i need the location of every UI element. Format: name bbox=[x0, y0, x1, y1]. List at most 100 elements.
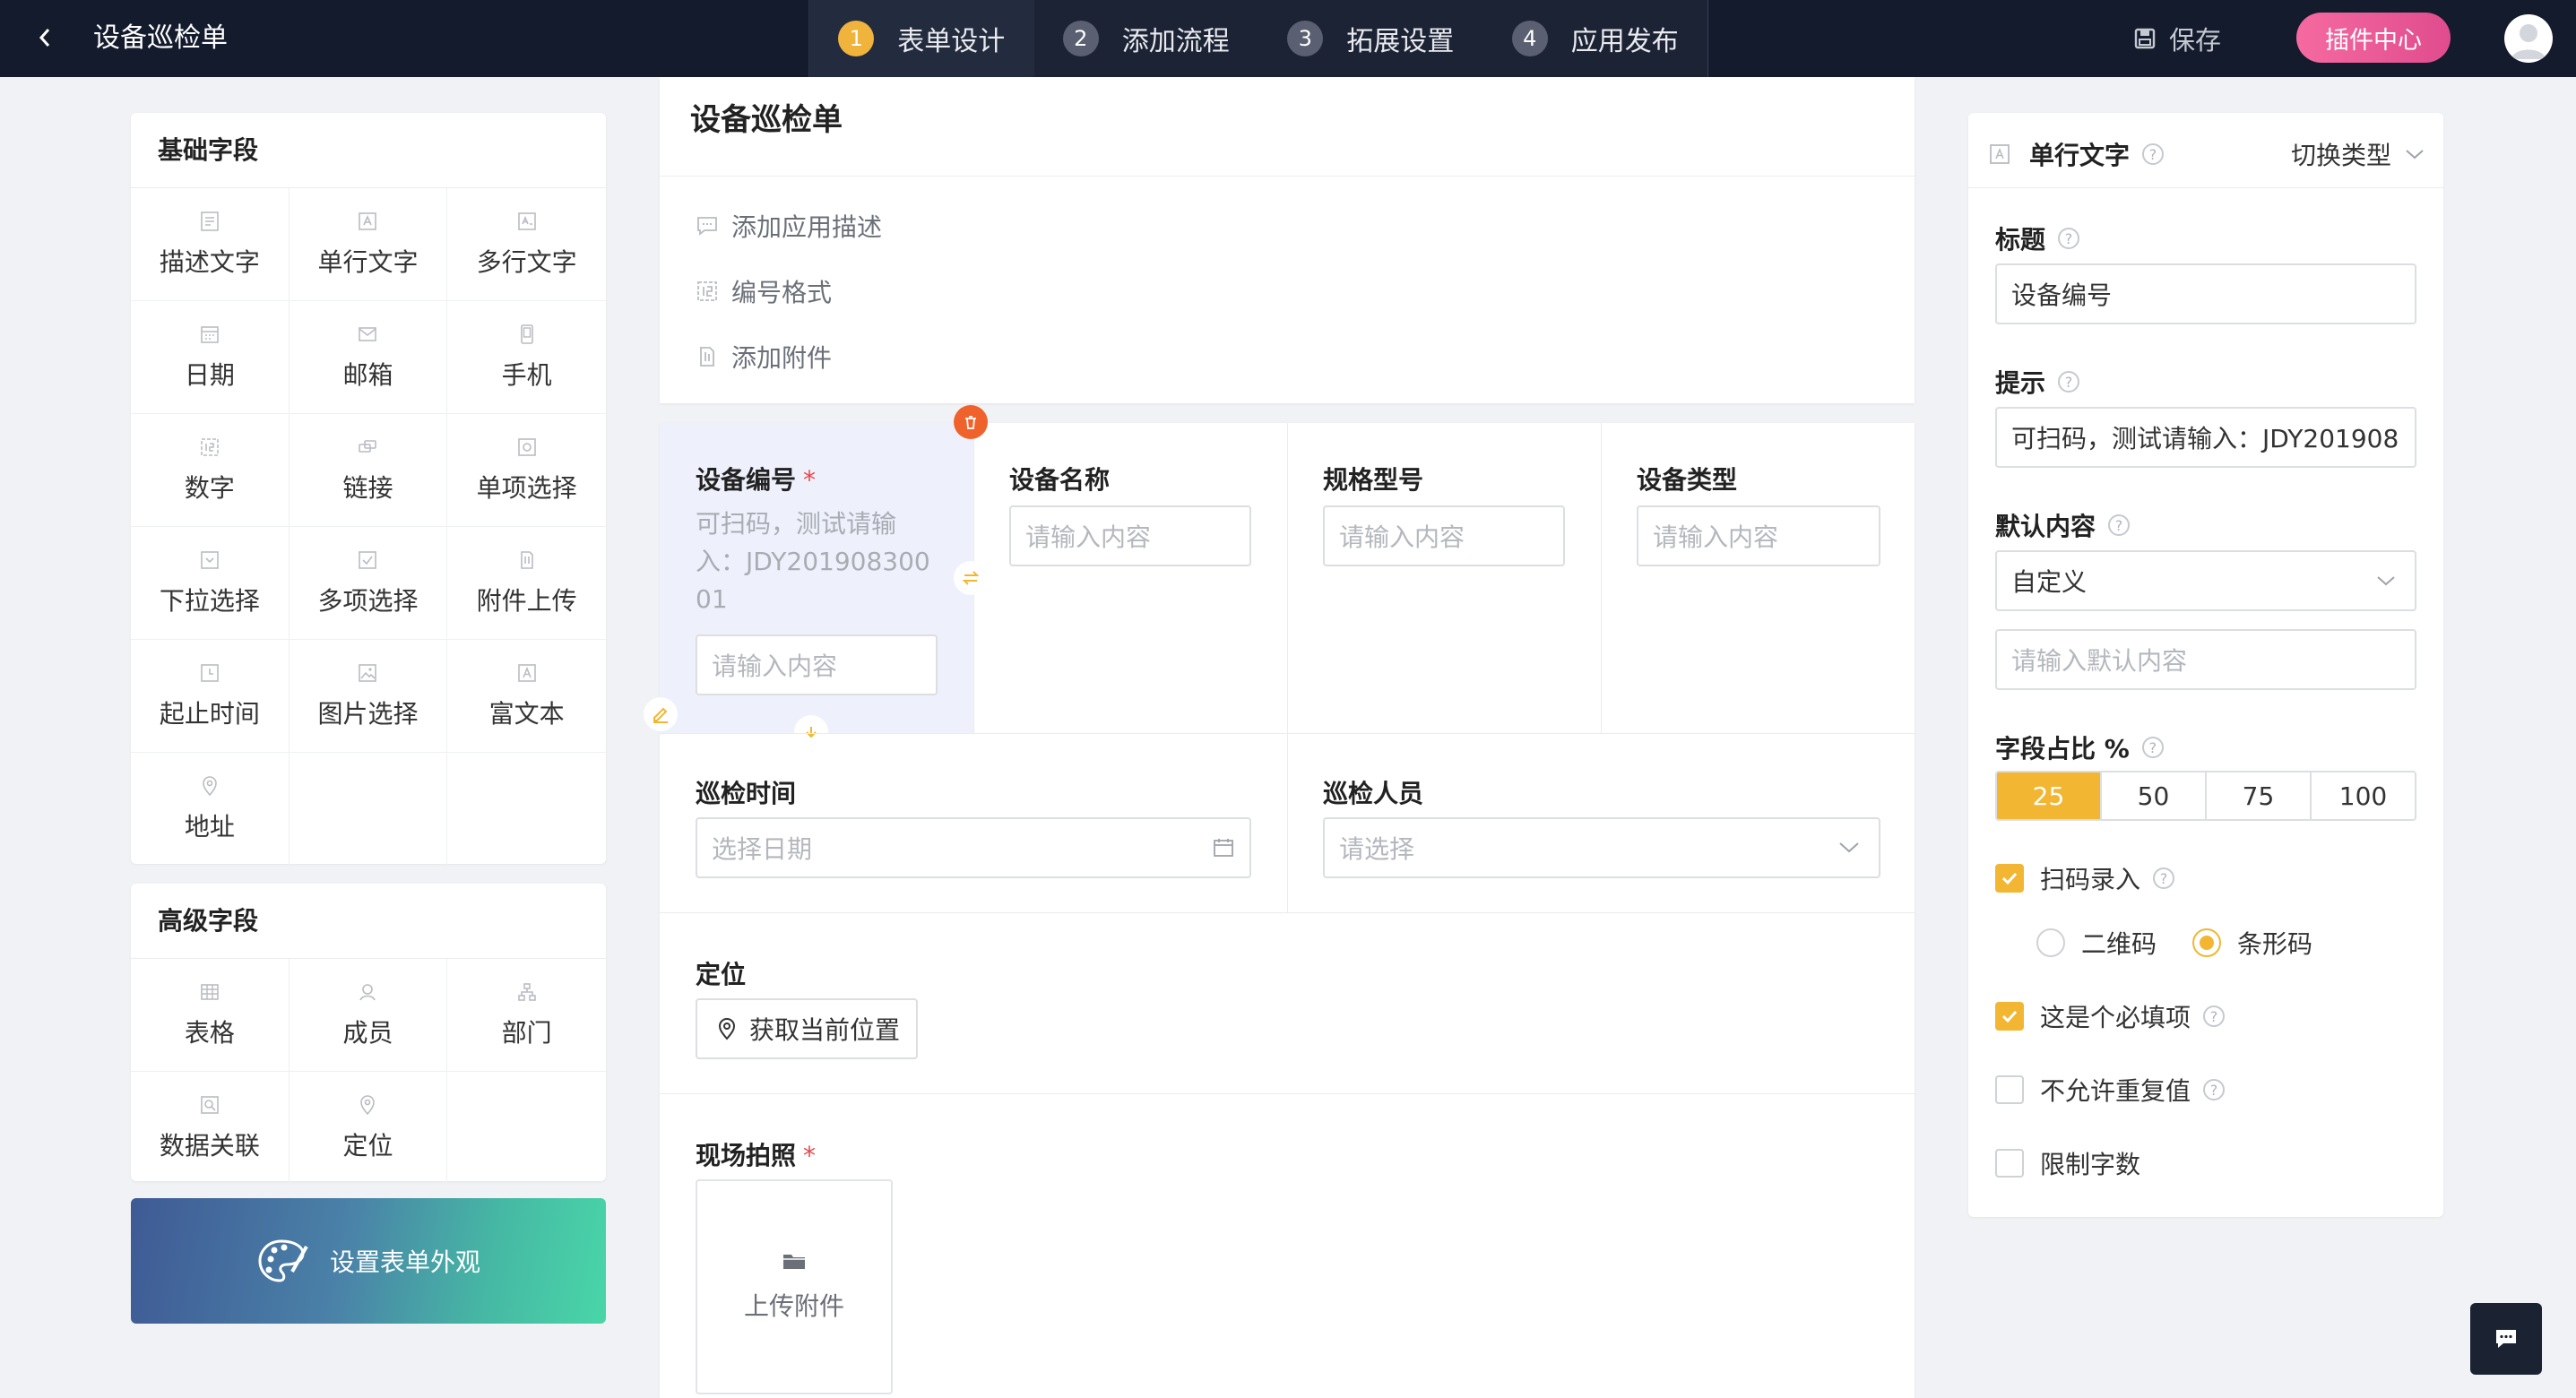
chat-support-button[interactable] bbox=[2470, 1303, 2542, 1375]
mail-icon bbox=[359, 326, 377, 341]
advanced-fields-panel: 高级字段 表格 成员 部门 数据关联 定位 bbox=[131, 884, 606, 1185]
help-icon[interactable]: ? bbox=[2203, 1005, 2226, 1027]
help-icon[interactable]: ? bbox=[2141, 737, 2164, 758]
model-input[interactable]: 请输入内容 bbox=[1323, 505, 1565, 566]
step-extend-settings[interactable]: 3 拓展设置 bbox=[1258, 0, 1483, 77]
checkbox-unchecked[interactable] bbox=[1995, 1149, 2024, 1178]
device-number-label: 设备编号 * bbox=[696, 465, 817, 495]
step-form-design[interactable]: 1 表单设计 bbox=[809, 0, 1034, 77]
radio-checked[interactable] bbox=[2192, 928, 2222, 957]
field-number[interactable]: 数字 bbox=[131, 414, 290, 527]
radio-option-icon bbox=[517, 437, 536, 456]
add-attachment-option[interactable]: 添加附件 bbox=[696, 339, 832, 375]
description-text-icon bbox=[201, 211, 219, 231]
field-data-link[interactable]: 数据关联 bbox=[131, 1072, 290, 1185]
form-theme-button[interactable]: 设置表单外观 bbox=[131, 1198, 606, 1324]
hint-input[interactable]: 可扫码，测试请输入：JDY201908 bbox=[1995, 407, 2416, 468]
field-single-line-text[interactable]: 单行文字 bbox=[289, 188, 448, 301]
field-multi-line-text[interactable]: 多行文字 bbox=[447, 188, 606, 301]
field-rich-text[interactable]: 富文本 bbox=[447, 640, 606, 753]
help-icon[interactable]: ? bbox=[2153, 867, 2175, 889]
ratio-option-75[interactable]: 75 bbox=[2207, 772, 2312, 819]
checkbox-checked[interactable] bbox=[1995, 864, 2024, 893]
field-image-select[interactable]: 图片选择 bbox=[289, 640, 448, 753]
get-location-button[interactable]: 获取当前位置 bbox=[696, 998, 918, 1059]
field-link[interactable]: 链接 bbox=[289, 414, 448, 527]
help-icon[interactable]: ? bbox=[2203, 1079, 2226, 1100]
title-input[interactable]: 设备编号 bbox=[1995, 263, 2416, 324]
field-time-range[interactable]: 起止时间 bbox=[131, 640, 290, 753]
field-date[interactable]: 日期 bbox=[131, 301, 290, 414]
radio-barcode[interactable]: 条形码 bbox=[2192, 925, 2312, 961]
ratio-option-25[interactable]: 25 bbox=[1997, 772, 2102, 819]
default-mode-select[interactable]: 自定义 bbox=[1995, 550, 2416, 611]
inspector-select[interactable]: 请选择 bbox=[1323, 817, 1880, 878]
scan-input-checkbox[interactable]: 扫码录入? bbox=[1995, 860, 2175, 896]
number-format-option[interactable]: 编号格式 bbox=[696, 273, 832, 309]
photo-label: 现场拍照 * bbox=[696, 1141, 817, 1170]
form-header-card: 设备巡检单 添加应用描述 编号格式 添加附件 bbox=[660, 77, 1915, 403]
comment-icon bbox=[697, 217, 717, 236]
edit-pencil-icon bbox=[653, 707, 668, 723]
step-add-flow[interactable]: 2 添加流程 bbox=[1034, 0, 1259, 77]
device-number-input[interactable]: 请输入内容 bbox=[696, 634, 938, 695]
default-mode-value: 自定义 bbox=[2011, 567, 2088, 597]
move-field-down-button[interactable] bbox=[794, 715, 828, 749]
field-table[interactable]: 表格 bbox=[131, 959, 290, 1072]
add-description-option[interactable]: 添加应用描述 bbox=[696, 208, 882, 244]
field-multi-select[interactable]: 多项选择 bbox=[289, 527, 448, 640]
form-title[interactable]: 设备巡检单 bbox=[690, 95, 843, 139]
help-icon[interactable]: ? bbox=[2058, 228, 2080, 249]
clock-icon bbox=[201, 663, 219, 682]
avatar[interactable] bbox=[2504, 14, 2553, 63]
swap-arrows-icon bbox=[962, 571, 980, 585]
radio-qr-code[interactable]: 二维码 bbox=[2036, 925, 2157, 961]
ratio-option-50[interactable]: 50 bbox=[2102, 772, 2207, 819]
required-checkbox[interactable]: 这是个必填项? bbox=[1995, 998, 2226, 1034]
ratio-option-100[interactable]: 100 bbox=[2312, 772, 2415, 819]
save-icon bbox=[2134, 28, 2156, 49]
attachment-icon bbox=[700, 347, 714, 367]
advanced-fields-title: 高级字段 bbox=[131, 884, 606, 959]
resize-field-button[interactable] bbox=[954, 561, 988, 595]
field-email[interactable]: 邮箱 bbox=[289, 301, 448, 414]
field-dropdown[interactable]: 下拉选择 bbox=[131, 527, 290, 640]
get-location-label: 获取当前位置 bbox=[749, 1015, 901, 1045]
no-duplicate-checkbox[interactable]: 不允许重复值? bbox=[1995, 1072, 2226, 1108]
checkbox-checked[interactable] bbox=[1995, 1002, 2024, 1031]
field-description[interactable]: 描述文字 bbox=[131, 188, 290, 301]
date-placeholder: 选择日期 bbox=[712, 834, 813, 864]
radio-unchecked[interactable] bbox=[2036, 928, 2065, 957]
help-icon[interactable]: ? bbox=[2142, 143, 2165, 165]
field-member[interactable]: 成员 bbox=[289, 959, 448, 1072]
inspect-time-date-picker[interactable]: 选择日期 bbox=[696, 817, 1251, 878]
save-button[interactable]: 保存 bbox=[2133, 0, 2221, 77]
data-link-icon bbox=[201, 1095, 219, 1114]
divider bbox=[1287, 733, 1288, 912]
edit-field-button[interactable] bbox=[644, 697, 678, 731]
link-icon bbox=[359, 439, 377, 453]
field-department[interactable]: 部门 bbox=[447, 959, 606, 1072]
step-publish[interactable]: 4 应用发布 bbox=[1483, 0, 1708, 77]
device-name-input[interactable]: 请输入内容 bbox=[1009, 505, 1251, 566]
divider bbox=[660, 912, 1915, 913]
delete-field-button[interactable] bbox=[954, 405, 988, 439]
image-icon bbox=[359, 663, 377, 682]
default-content-input[interactable]: 请输入默认内容 bbox=[1995, 629, 2416, 690]
field-single-select[interactable]: 单项选择 bbox=[447, 414, 606, 527]
empty-cell bbox=[447, 753, 606, 866]
device-type-label: 设备类型 bbox=[1637, 465, 1738, 495]
field-attachment[interactable]: 附件上传 bbox=[447, 527, 606, 640]
plugin-center-button[interactable]: 插件中心 bbox=[2296, 13, 2451, 63]
field-location[interactable]: 定位 bbox=[289, 1072, 448, 1185]
help-icon[interactable]: ? bbox=[2058, 371, 2080, 393]
field-phone[interactable]: 手机 bbox=[447, 301, 606, 414]
upload-attachment-button[interactable]: 上传附件 bbox=[696, 1179, 893, 1394]
limit-chars-checkbox[interactable]: 限制字数 bbox=[1995, 1145, 2140, 1181]
field-address[interactable]: 地址 bbox=[131, 753, 290, 866]
device-type-input[interactable]: 请输入内容 bbox=[1637, 505, 1880, 566]
back-arrow-icon[interactable] bbox=[27, 20, 63, 56]
checkbox-unchecked[interactable] bbox=[1995, 1075, 2024, 1104]
help-icon[interactable]: ? bbox=[2108, 514, 2131, 536]
switch-type-dropdown[interactable]: 切换类型 bbox=[2291, 136, 2425, 172]
